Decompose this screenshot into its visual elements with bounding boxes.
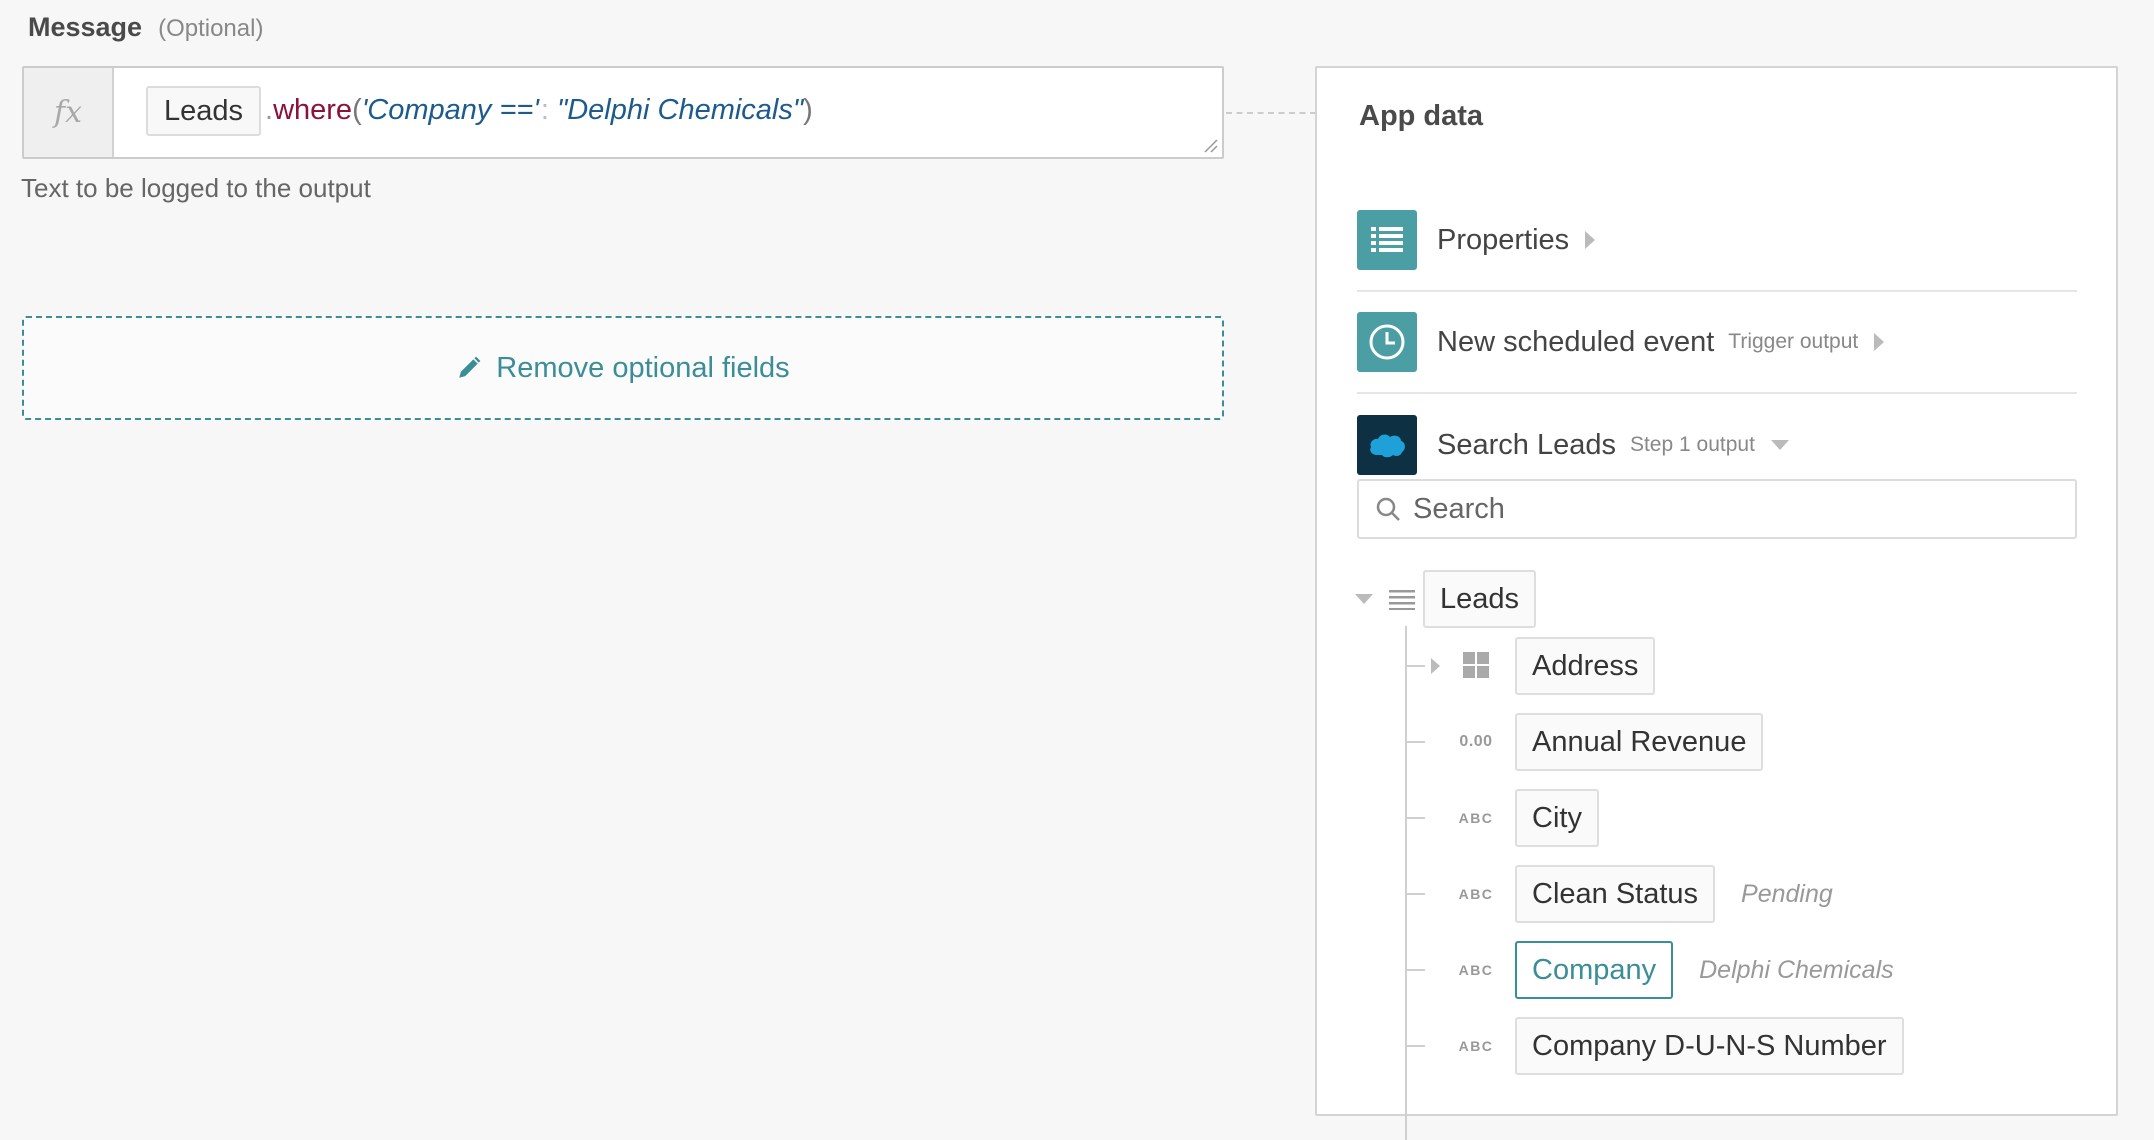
expand-toggle[interactable] — [1425, 658, 1445, 674]
tree-node-company-duns: ABC Company D-U-N-S Number — [1405, 1016, 1904, 1076]
chevron-down-icon[interactable] — [1355, 594, 1373, 604]
datapill-company[interactable]: Company — [1515, 941, 1674, 999]
datapill-annual-revenue[interactable]: Annual Revenue — [1515, 713, 1764, 771]
formula-content[interactable]: Leads . where ( 'Company ==' : "Delphi C… — [114, 68, 1222, 157]
formula-separator: : — [540, 94, 549, 126]
grid-icon — [1445, 651, 1507, 682]
search-input[interactable] — [1413, 492, 2053, 526]
tree-branch-line — [1405, 969, 1425, 971]
tree-node-address: Address — [1405, 636, 1656, 696]
formula-datapill-leads[interactable]: Leads — [146, 85, 262, 136]
string-type-icon: ABC — [1458, 886, 1494, 902]
chevron-down-icon — [1770, 440, 1789, 450]
remove-optional-fields-button[interactable]: Remove optional fields — [22, 316, 1224, 420]
formula-arg-value: "Delphi Chemicals" — [556, 94, 804, 126]
source-new-scheduled-event[interactable]: New scheduled event Trigger output — [1357, 292, 2077, 394]
formula-close-paren: ) — [803, 94, 813, 126]
remove-optional-fields-label: Remove optional fields — [496, 351, 790, 384]
field-helper-text: Text to be logged to the output — [21, 173, 371, 203]
source-sublabel: Step 1 output — [1629, 433, 1755, 456]
fx-icon: fx — [53, 95, 83, 130]
source-properties[interactable]: Properties — [1357, 190, 2077, 292]
formula-arg-key: 'Company ==' — [361, 94, 539, 126]
app-data-panel: App data Properties New scheduled event … — [1315, 66, 2118, 1140]
tree-node-company: ABC Company Delphi Chemicals — [1405, 940, 1894, 1000]
tree-node-annual-revenue: 0.00 Annual Revenue — [1405, 712, 1764, 772]
resize-handle-icon[interactable] — [1201, 136, 1219, 154]
chevron-right-icon — [1585, 231, 1596, 249]
datapill-address[interactable]: Address — [1515, 637, 1656, 695]
search-field[interactable] — [1357, 479, 2077, 539]
tree-node-city: ABC City — [1405, 788, 1599, 848]
source-sublabel: Trigger output — [1728, 330, 1859, 353]
clock-icon — [1357, 312, 1417, 372]
list-icon — [1357, 210, 1417, 270]
string-type-icon: ABC — [1458, 1038, 1494, 1054]
source-label: New scheduled event — [1437, 325, 1715, 358]
tree-branch-line — [1405, 817, 1425, 819]
number-type-icon: 0.00 — [1459, 733, 1493, 750]
message-formula-input[interactable]: fx Leads . where ( 'Company ==' : "Delph… — [22, 66, 1224, 159]
source-label: Properties — [1437, 223, 1570, 256]
datapill-city[interactable]: City — [1515, 789, 1599, 847]
formula-method: where — [273, 94, 353, 126]
panel-connector-line — [1226, 112, 1316, 114]
field-title: Message — [28, 12, 143, 42]
source-label: Search Leads — [1437, 428, 1616, 461]
salesforce-icon — [1357, 415, 1417, 475]
chevron-right-icon — [1874, 333, 1885, 351]
string-type-icon: ABC — [1458, 962, 1494, 978]
app-data-title: App data — [1359, 100, 1484, 132]
tree-node-clean-status: ABC Clean Status Pending — [1405, 864, 1833, 924]
list-icon — [1389, 590, 1415, 610]
datapill-company-duns-number[interactable]: Company D-U-N-S Number — [1515, 1017, 1904, 1075]
string-type-icon: ABC — [1458, 810, 1494, 826]
field-optional-label: (Optional) — [158, 15, 264, 42]
tree-branch-line — [1405, 893, 1425, 895]
tree-root-leads[interactable]: Leads — [1355, 570, 1537, 628]
sample-value: Delphi Chemicals — [1699, 955, 1894, 984]
field-header: Message (Optional) — [28, 12, 263, 43]
formula-open-paren: ( — [352, 94, 362, 126]
datapill-leads[interactable]: Leads — [1423, 570, 1537, 628]
formula-dot: . — [265, 94, 274, 126]
sample-value: Pending — [1741, 879, 1833, 908]
search-icon — [1376, 497, 1400, 521]
tree-branch-line — [1405, 741, 1425, 743]
datapill-clean-status[interactable]: Clean Status — [1515, 865, 1716, 923]
pencil-icon — [459, 356, 481, 378]
chevron-right-icon — [1430, 658, 1440, 674]
formula-mode-toggle[interactable]: fx — [24, 68, 114, 157]
tree-branch-line — [1405, 665, 1425, 667]
tree-branch-line — [1405, 1045, 1425, 1047]
